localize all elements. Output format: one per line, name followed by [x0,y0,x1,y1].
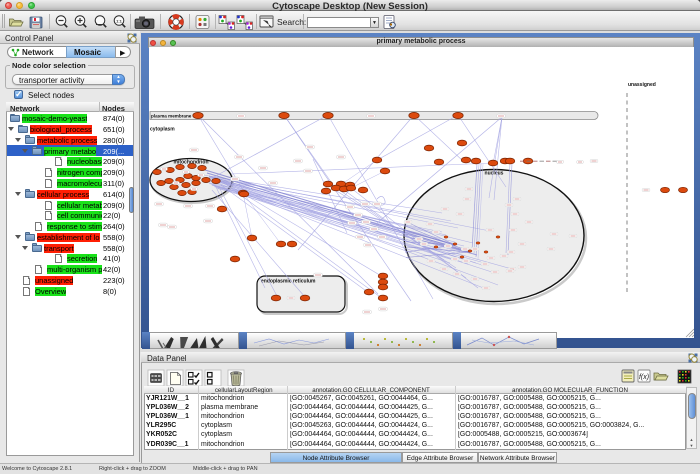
svg-text:plasma membrane: plasma membrane [151,113,192,118]
svg-text:1:1: 1:1 [116,19,123,24]
svg-text:cytoplasm: cytoplasm [150,127,175,133]
svg-text:nucleus: nucleus [485,171,504,177]
svg-text:unassigned: unassigned [628,82,656,88]
svg-text:f(x): f(x) [639,374,649,381]
